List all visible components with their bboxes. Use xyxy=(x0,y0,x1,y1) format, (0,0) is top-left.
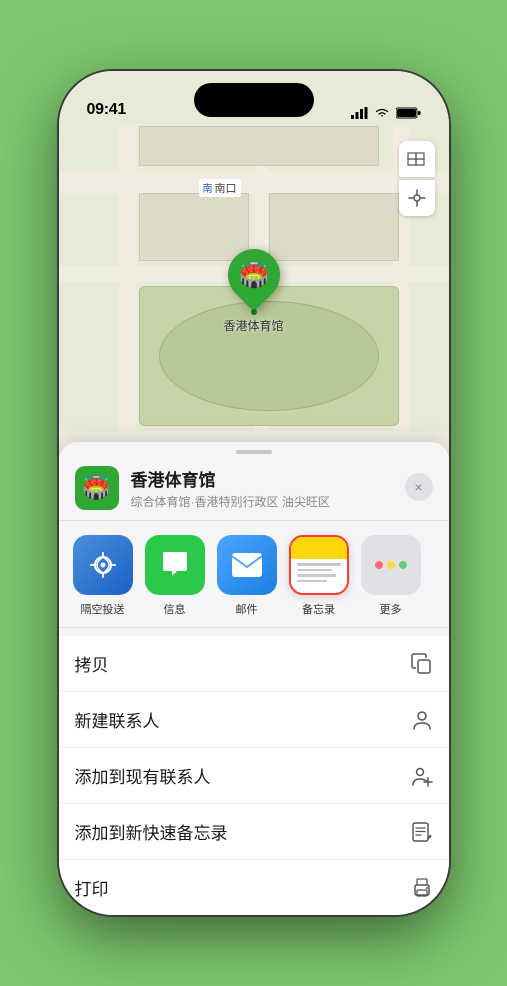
action-new-contact[interactable]: 新建联系人 xyxy=(59,692,449,748)
venue-info: 香港体育馆 综合体育馆·香港特别行政区 油尖旺区 xyxy=(131,466,433,510)
dynamic-island xyxy=(194,83,314,117)
notes-label: 备忘录 xyxy=(302,601,335,617)
map-controls xyxy=(399,141,435,216)
signal-icon xyxy=(351,107,368,119)
share-item-mail[interactable]: 邮件 xyxy=(211,535,283,617)
phone-frame: 09:41 xyxy=(59,71,449,915)
action-print[interactable]: 打印 xyxy=(59,860,449,915)
quick-note-label: 添加到新快速备忘录 xyxy=(75,819,228,844)
location-pin[interactable]: 🏟️ 香港体育馆 xyxy=(224,249,284,334)
notes-icon-highlighted xyxy=(289,535,349,595)
pin-emoji: 🏟️ xyxy=(239,261,269,290)
person-add-icon xyxy=(411,765,433,787)
map-background[interactable]: 南南口 xyxy=(59,71,449,491)
venue-name: 香港体育馆 xyxy=(131,466,433,491)
person-icon xyxy=(411,709,433,731)
share-item-airdrop[interactable]: 隔空投送 xyxy=(67,535,139,617)
venue-subtitle: 综合体育馆·香港特别行政区 油尖旺区 xyxy=(131,493,433,510)
airdrop-label: 隔空投送 xyxy=(81,601,125,617)
share-item-messages[interactable]: 信息 xyxy=(139,535,211,617)
battery-icon xyxy=(396,107,421,119)
more-icon xyxy=(361,535,421,595)
status-icons xyxy=(351,107,421,119)
copy-label: 拷贝 xyxy=(75,651,109,676)
new-contact-label: 新建联系人 xyxy=(75,707,160,732)
status-time: 09:41 xyxy=(87,101,126,119)
phone-screen: 09:41 xyxy=(59,71,449,915)
bottom-sheet: 🏟️ 香港体育馆 综合体育馆·香港特别行政区 油尖旺区 × xyxy=(59,442,449,915)
print-label: 打印 xyxy=(75,875,109,900)
action-list: 拷贝 新建联系人 添加到现有联系人 xyxy=(59,636,449,915)
more-label: 更多 xyxy=(380,601,402,617)
pin-label: 香港体育馆 xyxy=(224,317,284,334)
map-type-button[interactable] xyxy=(399,141,435,177)
action-copy[interactable]: 拷贝 xyxy=(59,636,449,692)
add-contact-label: 添加到现有联系人 xyxy=(75,763,211,788)
copy-icon xyxy=(411,653,433,675)
wifi-icon xyxy=(374,107,390,119)
messages-icon xyxy=(145,535,205,595)
gate-direction: 南 xyxy=(203,184,213,195)
share-row: 隔空投送 信息 xyxy=(59,521,449,628)
location-button[interactable] xyxy=(399,180,435,216)
gate-label: 南南口 xyxy=(199,179,241,197)
close-button[interactable]: × xyxy=(405,473,433,501)
share-item-more[interactable]: 更多 xyxy=(355,535,427,617)
messages-label: 信息 xyxy=(164,601,186,617)
venue-header: 🏟️ 香港体育馆 综合体育馆·香港特别行政区 油尖旺区 × xyxy=(59,454,449,521)
print-icon xyxy=(411,877,433,899)
share-item-notes[interactable]: 备忘录 xyxy=(283,535,355,617)
airdrop-icon xyxy=(73,535,133,595)
venue-logo: 🏟️ xyxy=(75,466,119,510)
action-add-to-contact[interactable]: 添加到现有联系人 xyxy=(59,748,449,804)
mail-icon xyxy=(217,535,277,595)
action-quick-note[interactable]: 添加到新快速备忘录 xyxy=(59,804,449,860)
quick-note-icon xyxy=(411,821,433,843)
mail-label: 邮件 xyxy=(236,601,258,617)
